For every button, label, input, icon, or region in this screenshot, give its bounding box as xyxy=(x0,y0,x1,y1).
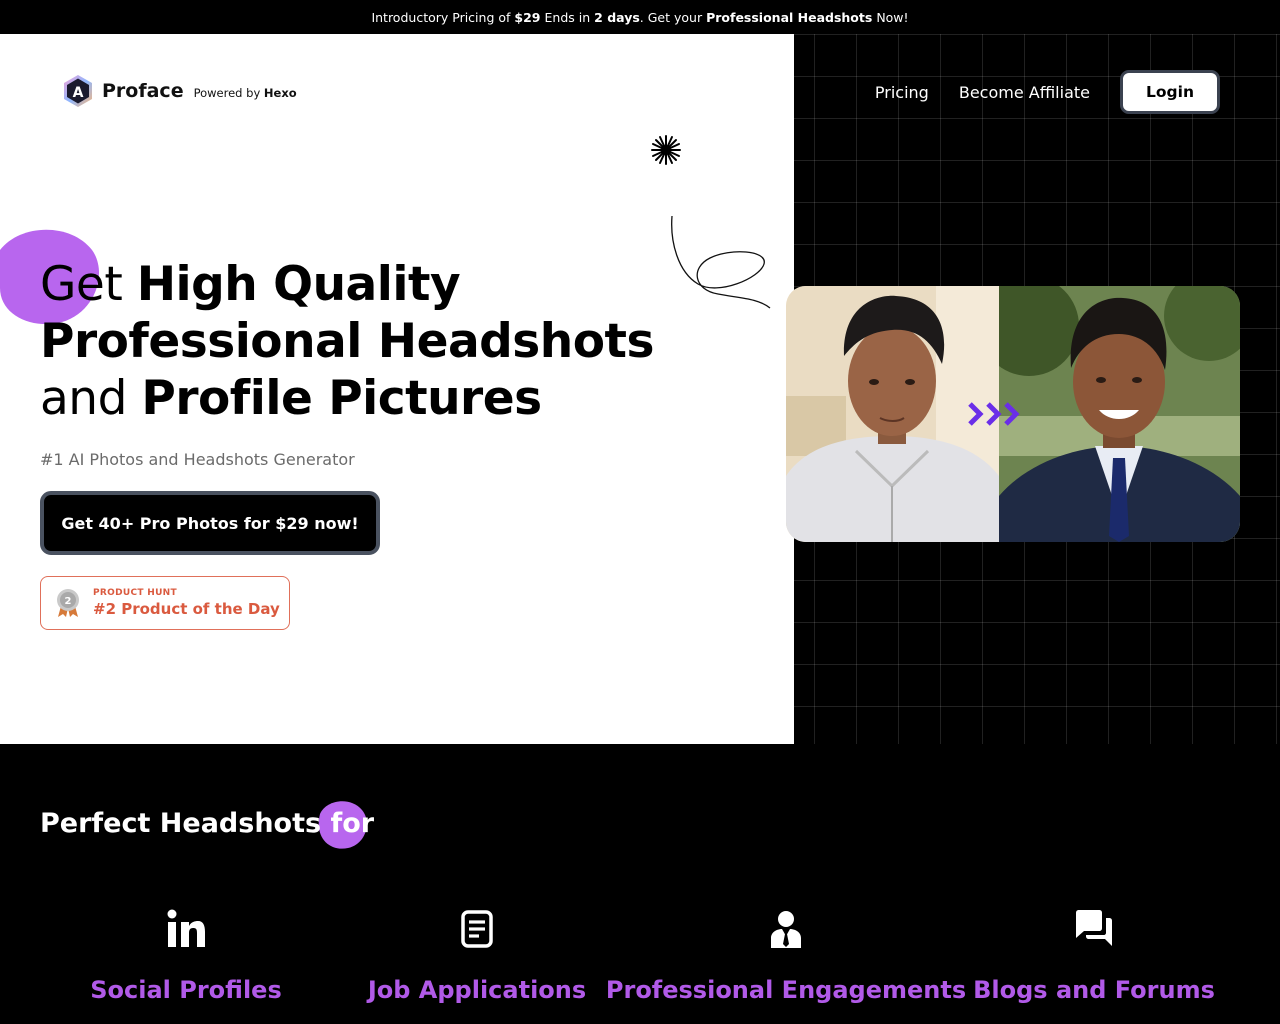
product-hunt-text: PRODUCT HUNT #2 Product of the Day xyxy=(93,588,280,618)
product-hunt-badge[interactable]: 2 PRODUCT HUNT #2 Product of the Day xyxy=(40,576,290,630)
headline-profile-pictures: Profile Pictures xyxy=(141,371,542,426)
get-photos-cta-button[interactable]: Get 40+ Pro Photos for $29 now! xyxy=(40,491,380,555)
document-icon xyxy=(461,910,493,948)
silver-medal-icon: 2 xyxy=(57,589,79,617)
powered-by-brand: Hexo xyxy=(263,86,297,100)
businessperson-icon xyxy=(771,911,801,948)
logo-letter: A xyxy=(73,85,84,101)
chat-bubbles-icon xyxy=(1076,910,1112,946)
announcement-text-3: . Get your xyxy=(639,9,703,25)
use-item-jobs: Job Applications xyxy=(368,900,586,1004)
use-item-social: Social Profiles xyxy=(90,900,282,1004)
headline-and: and xyxy=(40,371,142,426)
product-hunt-label: PRODUCT HUNT xyxy=(93,588,177,598)
top-nav: Pricing Become Affiliate Login xyxy=(875,70,1220,114)
nav-pricing-link[interactable]: Pricing xyxy=(875,83,929,102)
use-item-blogs: Blogs and Forums xyxy=(973,900,1215,1004)
medal-rank: 2 xyxy=(65,596,72,607)
uses-section-title: Perfect Headshots for xyxy=(40,808,375,839)
transform-arrows-icon xyxy=(968,402,1020,426)
use-label-social: Social Profiles xyxy=(90,976,282,1004)
hero-subheadline: #1 AI Photos and Headshots Generator xyxy=(40,450,355,469)
uses-list: Social Profiles Job Applications Profess… xyxy=(0,900,1280,1024)
announcement-text-1: Introductory Pricing of xyxy=(371,9,511,25)
announcement-bar: Introductory Pricing of $29 Ends in 2 da… xyxy=(0,0,1280,34)
login-button[interactable]: Login xyxy=(1120,70,1220,114)
announcement-price: $29 xyxy=(514,9,541,25)
product-of-day-label: #2 Product of the Day xyxy=(93,600,280,618)
headline-get: Get xyxy=(40,257,137,312)
logo-hexagon-icon: A xyxy=(62,74,94,108)
nav-affiliate-link[interactable]: Become Affiliate xyxy=(959,83,1090,102)
use-item-engagements: Professional Engagements xyxy=(606,900,966,1004)
announcement-text-4: Now! xyxy=(876,9,909,25)
announcement-days: 2 days xyxy=(594,9,640,25)
use-label-engagements: Professional Engagements xyxy=(605,976,967,1004)
powered-by: Powered by Hexo xyxy=(194,86,297,100)
use-label-jobs: Job Applications xyxy=(367,976,587,1004)
hero-headline: Get High Quality Professional Headshots … xyxy=(40,256,760,427)
announcement-text-2: Ends in xyxy=(544,9,591,25)
brand-logo[interactable]: A Proface Powered by Hexo xyxy=(62,74,297,108)
headline-high-quality: High Quality xyxy=(136,257,461,312)
sparkle-star-icon xyxy=(651,135,681,165)
use-label-blogs: Blogs and Forums xyxy=(973,976,1215,1004)
announcement-product: Professional Headshots xyxy=(706,9,873,25)
brand-name: Proface xyxy=(102,80,184,102)
powered-by-prefix: Powered by xyxy=(193,86,261,100)
linkedin-icon xyxy=(167,909,205,947)
after-professional-photo xyxy=(999,286,1240,542)
headline-professional-headshots: Professional Headshots xyxy=(40,314,654,369)
